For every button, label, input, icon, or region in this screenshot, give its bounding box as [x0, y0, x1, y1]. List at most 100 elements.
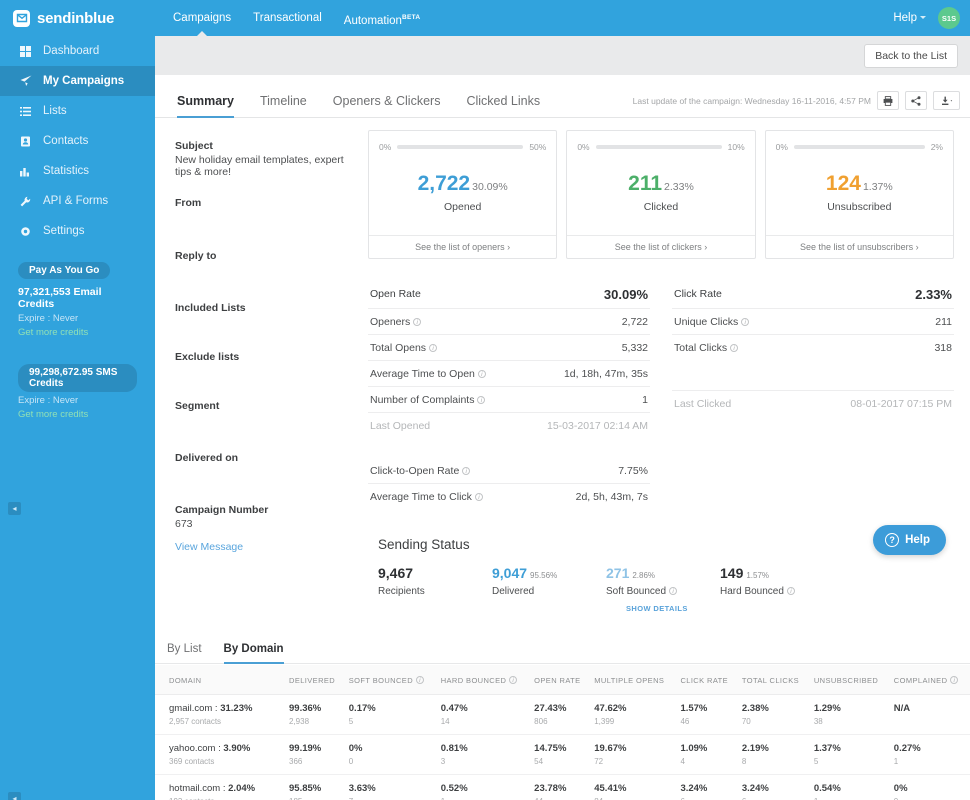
open-rate-value: 30.09% — [603, 286, 648, 302]
info-icon[interactable]: i — [429, 343, 438, 352]
info-icon[interactable]: i — [950, 676, 959, 684]
sidebar-item-contacts-label: Contacts — [43, 135, 89, 147]
avatar[interactable]: S1S — [938, 7, 960, 29]
back-to-list-button[interactable]: Back to the List — [864, 43, 958, 68]
sidebar: Dashboard My Campaigns Lists Contacts St… — [0, 36, 155, 800]
info-icon[interactable]: i — [413, 317, 422, 326]
info-icon[interactable]: i — [741, 317, 750, 326]
question-circle-icon: ? — [885, 533, 900, 547]
sidebar-item-api-forms[interactable]: API & Forms — [0, 186, 155, 216]
help-menu[interactable]: Help — [893, 12, 926, 24]
sidebar-item-lists[interactable]: Lists — [0, 96, 155, 126]
card-opened-percent: 30.09% — [472, 181, 508, 193]
metric-cell: N/A — [889, 694, 970, 735]
tab-by-domain[interactable]: By Domain — [223, 643, 284, 664]
card-clicked-footer-link[interactable]: See the list of clickers › — [567, 235, 755, 258]
metric-count: 54 — [534, 757, 544, 766]
card-clicked-progress-row: 0% 10% — [577, 142, 744, 152]
tab-by-list[interactable]: By List — [167, 643, 202, 663]
card-clicked-label: Clicked — [643, 201, 679, 213]
metric-count: 3 — [440, 757, 446, 766]
contacts-icon — [19, 136, 32, 147]
topnav-automation[interactable]: AutomationBETA — [344, 0, 421, 36]
complaints-value: 1 — [642, 393, 648, 406]
sms-get-more-credits-link[interactable]: Get more credits — [18, 409, 137, 420]
tab-openers-clickers[interactable]: Openers & Clickers — [333, 94, 441, 117]
info-icon[interactable]: i — [509, 676, 518, 684]
info-icon[interactable]: i — [462, 466, 471, 475]
share-icon[interactable] — [905, 91, 927, 110]
sidebar-item-statistics[interactable]: Statistics — [0, 156, 155, 186]
unique-clicks-label: Unique Clicks — [674, 315, 739, 328]
sending-stat-hard-bounced: 149 1.57% Hard Bounced i — [720, 565, 834, 613]
sms-credits-badge: 99,298,672.95 SMS Credits — [18, 364, 137, 392]
metric-cell: 45.41%84 — [590, 774, 677, 800]
metric-value: 1.57% — [680, 703, 708, 714]
field-reply-to-label: Reply to — [175, 250, 217, 262]
brand-logo-area[interactable]: sendinblue — [0, 9, 155, 27]
info-icon[interactable]: i — [416, 676, 425, 684]
delivered-label: Delivered — [492, 586, 535, 597]
sidebar-item-settings[interactable]: Settings — [0, 216, 155, 246]
sidebar-item-my-campaigns[interactable]: My Campaigns — [0, 66, 155, 96]
info-icon[interactable]: i — [474, 492, 483, 501]
sidebar-collapse-button[interactable]: ◂ — [8, 502, 21, 515]
field-exclude-lists-value — [175, 365, 362, 377]
view-message-link[interactable]: View Message — [175, 541, 362, 553]
info-icon[interactable]: i — [669, 587, 678, 595]
col-soft-bounced: SOFT BOUNCED i — [344, 665, 437, 695]
click-to-open-rate-value: 7.75% — [618, 464, 648, 477]
topnav-transactional[interactable]: Transactional — [253, 0, 322, 36]
metric-cell: 0.47% 14 — [436, 694, 531, 735]
field-delivered-on: Delivered on — [175, 452, 362, 478]
wrench-icon — [19, 196, 32, 207]
metric-value: 2.19% — [741, 743, 769, 754]
unique-clicks-row: Unique Clicks i 211 — [672, 309, 954, 335]
card-clicked-progressbar — [595, 145, 722, 149]
metric-cell: 2.19% 8 — [737, 734, 810, 775]
metric-value: 45.41% — [594, 783, 627, 794]
breakdown-tabs: By List By Domain — [155, 643, 970, 664]
metric-count: 5 — [348, 717, 354, 726]
field-from-label: From — [175, 197, 202, 209]
sidebar-item-dashboard[interactable]: Dashboard — [0, 36, 155, 66]
last-clicked-value: 08-01-2017 07:15 PM — [850, 397, 952, 410]
metric-cell: 99.36% 2,938 — [285, 694, 345, 735]
info-icon[interactable]: i — [477, 395, 486, 404]
card-unsubscribed-footer-link[interactable]: See the list of unsubscribers › — [765, 235, 953, 258]
sidebar-collapse-button-bottom[interactable]: ◂ — [8, 792, 21, 800]
show-details-link[interactable]: SHOW DETAILS — [626, 604, 720, 613]
card-opened-footer-link[interactable]: See the list of openers › — [369, 235, 557, 258]
summary-body: Subject New holiday email templates, exp… — [155, 118, 970, 613]
info-icon[interactable]: i — [730, 343, 739, 352]
domain-cell: gmail.com : 31.23% 2,957 contacts — [155, 694, 285, 735]
card-opened-min: 0% — [379, 142, 392, 152]
download-icon[interactable] — [933, 91, 960, 110]
metric-count: 14 — [440, 717, 450, 726]
card-clicked-number: 211 — [628, 172, 663, 195]
sidebar-item-contacts[interactable]: Contacts — [0, 126, 155, 156]
field-segment-label: Segment — [175, 400, 220, 412]
email-get-more-credits-link[interactable]: Get more credits — [18, 327, 137, 338]
print-icon[interactable] — [877, 91, 899, 110]
tab-summary[interactable]: Summary — [177, 94, 234, 118]
help-widget-button[interactable]: ? Help — [873, 525, 946, 555]
main-area: Back to the List Summary Timeline Opener… — [155, 36, 970, 800]
open-rate-label: Open Rate — [370, 288, 421, 300]
metric-count: 70 — [741, 717, 751, 726]
sidebar-item-dashboard-label: Dashboard — [43, 45, 100, 57]
metric-count: 1 — [893, 757, 899, 766]
tab-timeline[interactable]: Timeline — [260, 94, 307, 117]
info-icon[interactable]: i — [786, 587, 795, 595]
field-segment: Segment — [175, 400, 362, 426]
topnav-campaigns[interactable]: Campaigns — [173, 0, 231, 36]
metric-count: 366 — [289, 757, 303, 766]
metric-cell: 1.37% 5 — [809, 734, 890, 775]
tab-clicked-links[interactable]: Clicked Links — [466, 94, 540, 117]
card-unsubscribed-top: 0% 2% — [766, 131, 953, 152]
info-icon[interactable]: i — [477, 369, 486, 378]
metric-value: 47.62% — [594, 703, 627, 714]
field-campaign-number-value: 673 — [175, 518, 193, 530]
email-credits-expire: Expire : Never — [18, 313, 79, 324]
gear-icon — [19, 226, 32, 237]
